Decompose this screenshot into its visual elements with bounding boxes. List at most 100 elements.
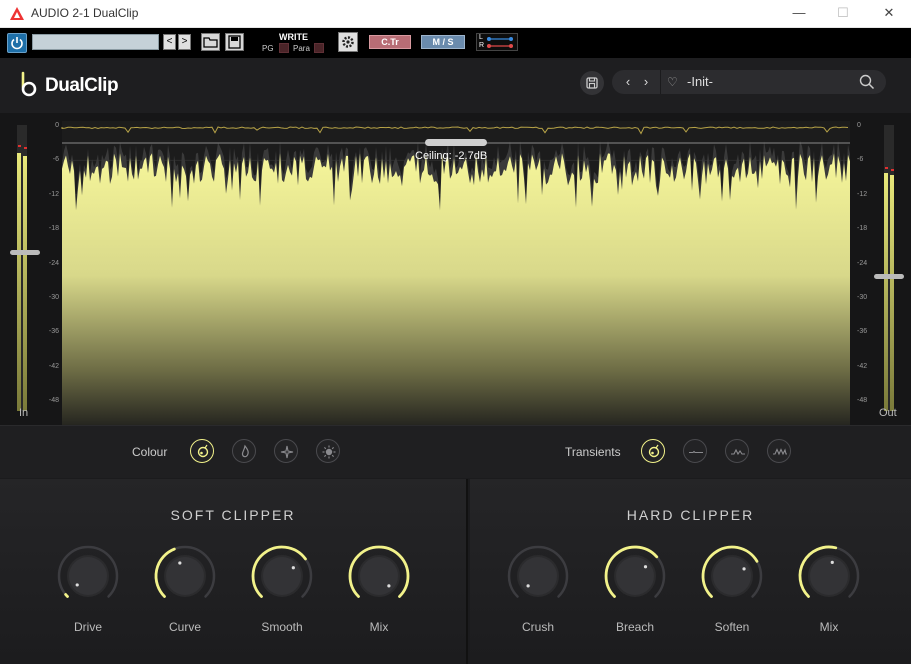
preset-browser: ‹ › ♡ -Init- [612, 70, 886, 94]
para-label: Para [293, 44, 310, 53]
scale-label-r: -18 [857, 225, 868, 233]
soft-smooth-knob[interactable] [250, 544, 314, 608]
disk-icon [228, 35, 241, 49]
transients-label: Transients [565, 445, 621, 459]
pg-indicator[interactable] [279, 43, 289, 53]
maximize-button[interactable]: ☐ [832, 4, 854, 22]
hard-soften-label: Soften [714, 620, 750, 634]
soft-drive-label: Drive [73, 620, 102, 634]
r-label: R [479, 42, 485, 49]
save-icon [586, 77, 598, 89]
ceiling-handle[interactable] [425, 139, 487, 146]
soft-clipper-title: SOFT CLIPPER [170, 507, 296, 523]
transient-multi-peaks-icon [773, 448, 787, 456]
lr-routing[interactable]: L R [476, 33, 518, 51]
out-label: Out [879, 407, 897, 419]
search-icon[interactable] [859, 74, 875, 90]
preset-next-button[interactable]: › [639, 73, 653, 91]
sun-button[interactable] [316, 439, 340, 463]
scale-label-l: -42 [48, 362, 59, 370]
ctr-button[interactable]: C.Tr [369, 35, 411, 49]
soft-mix-label: Mix [369, 620, 389, 634]
flame-button[interactable] [232, 439, 256, 463]
scale-label-l: -6 [52, 156, 59, 164]
heart-icon[interactable]: ♡ [667, 75, 678, 89]
app-logo-icon [10, 7, 24, 20]
preset-name[interactable]: -Init- [687, 74, 713, 89]
transient-flat-button[interactable] [683, 439, 707, 463]
input-gain-slider[interactable] [10, 250, 40, 255]
settings-button[interactable] [338, 32, 358, 52]
transient-mode-1-icon [648, 444, 660, 458]
scale-label-r: -48 [857, 397, 868, 405]
scale-label-l: -18 [48, 225, 59, 233]
brand-name: DualClip [45, 75, 119, 96]
ceiling-label: Ceiling: -2.7dB [415, 150, 488, 162]
scale-label-r: -36 [857, 328, 868, 336]
scale-label-r: -12 [857, 190, 868, 198]
host-prev-button[interactable]: < [163, 34, 176, 50]
preset-divider [660, 70, 661, 94]
scale-label-l: -12 [48, 190, 59, 198]
scale-label-r: 0 [857, 122, 861, 129]
hard-crush-label: Crush [521, 620, 554, 634]
hard-clipper-title: HARD CLIPPER [626, 507, 755, 523]
sparkle-icon [280, 445, 294, 459]
host-preset-field[interactable] [32, 34, 159, 50]
ms-button[interactable]: M / S [421, 35, 465, 49]
lr-link-icon [487, 37, 513, 48]
transient-peaks-button[interactable] [725, 439, 749, 463]
in-label: In [19, 407, 29, 419]
scale-label-r: -24 [857, 259, 868, 267]
output-gain-slider[interactable] [874, 274, 904, 279]
host-next-button[interactable]: > [178, 34, 191, 50]
para-indicator[interactable] [314, 43, 324, 53]
flame-icon [241, 444, 249, 458]
scale-label-l: -24 [48, 259, 59, 267]
pg-label: PG [262, 44, 274, 53]
output-meter-left [884, 173, 888, 411]
output-meter-right [890, 175, 894, 411]
scale-label-r: -6 [857, 156, 864, 164]
sparkle-button[interactable] [274, 439, 298, 463]
soft-curve-knob[interactable] [153, 544, 217, 608]
transient-peaks-icon [731, 448, 745, 456]
transient-mode-1-button[interactable] [641, 439, 665, 463]
preset-save-button[interactable] [580, 71, 604, 95]
scale-label-l: 0 [55, 122, 59, 129]
output-peak-right [891, 169, 894, 171]
host-save-button[interactable] [225, 33, 244, 51]
gear-icon [342, 36, 354, 48]
scale-label-r: -30 [857, 294, 868, 301]
waveform-display: 0 0 -6 -6 -12 -12 -18 -18 -24 -24 -30 -30 -36 -36 -42 -… [0, 113, 911, 425]
output-peak-left [885, 167, 888, 169]
hard-mix-label: Mix [819, 620, 839, 634]
sun-icon [322, 445, 336, 459]
preset-prev-button[interactable]: ‹ [621, 73, 635, 91]
hard-breach-knob[interactable] [603, 544, 667, 608]
input-meter-left [17, 153, 21, 411]
colour-label: Colour [132, 445, 168, 459]
transient-multi-peaks-button[interactable] [767, 439, 791, 463]
power-icon [11, 37, 23, 50]
bypass-button[interactable] [7, 33, 27, 53]
hard-mix-knob[interactable] [797, 544, 861, 608]
scale-label-l: -48 [48, 397, 59, 405]
hard-clipper-section: HARD CLIPPER Crush Breach Soften Mix [470, 479, 911, 664]
hard-crush-knob[interactable] [506, 544, 570, 608]
open-folder-button[interactable] [201, 33, 220, 51]
colour-mode-1-button[interactable] [190, 439, 214, 463]
soft-drive-knob[interactable] [56, 544, 120, 608]
minimize-button[interactable]: — [788, 4, 810, 22]
close-button[interactable]: ✕ [878, 4, 900, 22]
hard-soften-knob[interactable] [700, 544, 764, 608]
plugin-window: AUDIO 2-1 DualClip — ☐ ✕ < > WRITE PG Pa… [0, 0, 911, 664]
soft-smooth-label: Smooth [261, 620, 303, 634]
scale-label-l: -30 [48, 294, 59, 301]
soft-mix-knob[interactable] [347, 544, 411, 608]
mode-bar: Colour Transients [0, 425, 911, 478]
input-meter-right [23, 156, 27, 411]
input-peak-left [18, 145, 21, 147]
scale-label-l: -36 [48, 328, 59, 336]
soft-clipper-section: SOFT CLIPPER Drive Curve Smooth Mix [0, 479, 468, 664]
